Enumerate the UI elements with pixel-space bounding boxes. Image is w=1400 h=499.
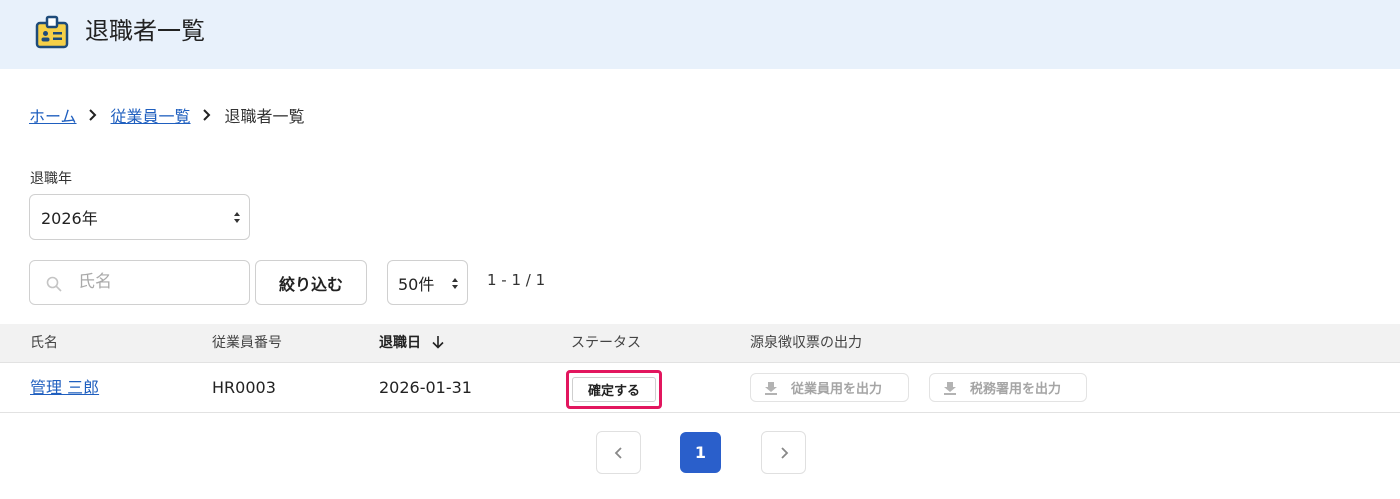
chevron-right-icon	[88, 109, 96, 121]
export-employee-copy-button[interactable]: 従業員用を出力	[750, 373, 909, 402]
retirement-date-cell: 2026-01-31	[379, 378, 472, 397]
breadcrumb-home-link[interactable]: ホーム	[29, 103, 77, 127]
id-badge-icon	[35, 15, 69, 49]
column-header-withholding-export: 源泉徴収票の出力	[750, 335, 862, 351]
page-header: 退職者一覧	[0, 0, 1400, 69]
per-page-select[interactable]: 50件	[387, 260, 468, 305]
year-select[interactable]: 2026年	[29, 194, 250, 240]
column-header-name: 氏名	[30, 335, 58, 351]
filter-button[interactable]: 絞り込む	[255, 260, 367, 305]
breadcrumb-employees-link[interactable]: 従業員一覧	[111, 103, 191, 127]
export-tax-office-copy-label: 税務署用を出力	[970, 382, 1062, 397]
pagination-page-current[interactable]: 1	[680, 432, 721, 473]
download-icon	[944, 381, 956, 395]
select-arrows-icon	[452, 278, 458, 289]
confirm-button[interactable]: 確定する	[572, 377, 656, 402]
search-field[interactable]: 氏名	[29, 260, 250, 305]
page-title: 退職者一覧	[85, 17, 205, 45]
column-header-employee-number: 従業員番号	[212, 335, 282, 351]
column-header-status: ステータス	[571, 335, 641, 351]
year-select-value: 2026年	[41, 209, 98, 228]
chevron-right-icon	[780, 446, 788, 459]
search-icon	[46, 276, 62, 292]
table-header: 氏名 従業員番号 退職日 ステータス 源泉徴収票の出力	[0, 324, 1400, 363]
column-header-retirement-date[interactable]: 退職日	[379, 324, 445, 363]
breadcrumb-current: 退職者一覧	[224, 107, 305, 126]
year-label: 退職年	[30, 171, 72, 187]
result-range: 1 - 1 / 1	[487, 271, 546, 289]
highlight-frame: 確定する	[566, 370, 662, 409]
pagination-prev-button[interactable]	[596, 431, 641, 474]
pagination-next-button[interactable]	[761, 431, 806, 474]
breadcrumb: ホーム 従業員一覧 退職者一覧	[29, 103, 305, 127]
export-employee-copy-label: 従業員用を出力	[791, 382, 883, 397]
sort-down-arrow-icon	[432, 336, 444, 349]
table-row: 管理 三郎 HR0003 2026-01-31 確定する 従業員用を出力 税務署…	[0, 363, 1400, 413]
search-input-placeholder: 氏名	[78, 272, 112, 292]
chevron-right-icon	[202, 109, 210, 121]
per-page-value: 50件	[398, 274, 435, 294]
chevron-left-icon	[614, 446, 622, 459]
export-tax-office-copy-button[interactable]: 税務署用を出力	[929, 373, 1087, 402]
select-arrows-icon	[234, 212, 240, 223]
download-icon	[765, 381, 777, 395]
employee-number-cell: HR0003	[212, 378, 276, 397]
employee-name-cell: 管理 三郎	[30, 363, 99, 413]
column-header-retirement-date-label: 退職日	[379, 335, 421, 351]
employee-name-link[interactable]: 管理 三郎	[30, 378, 99, 397]
